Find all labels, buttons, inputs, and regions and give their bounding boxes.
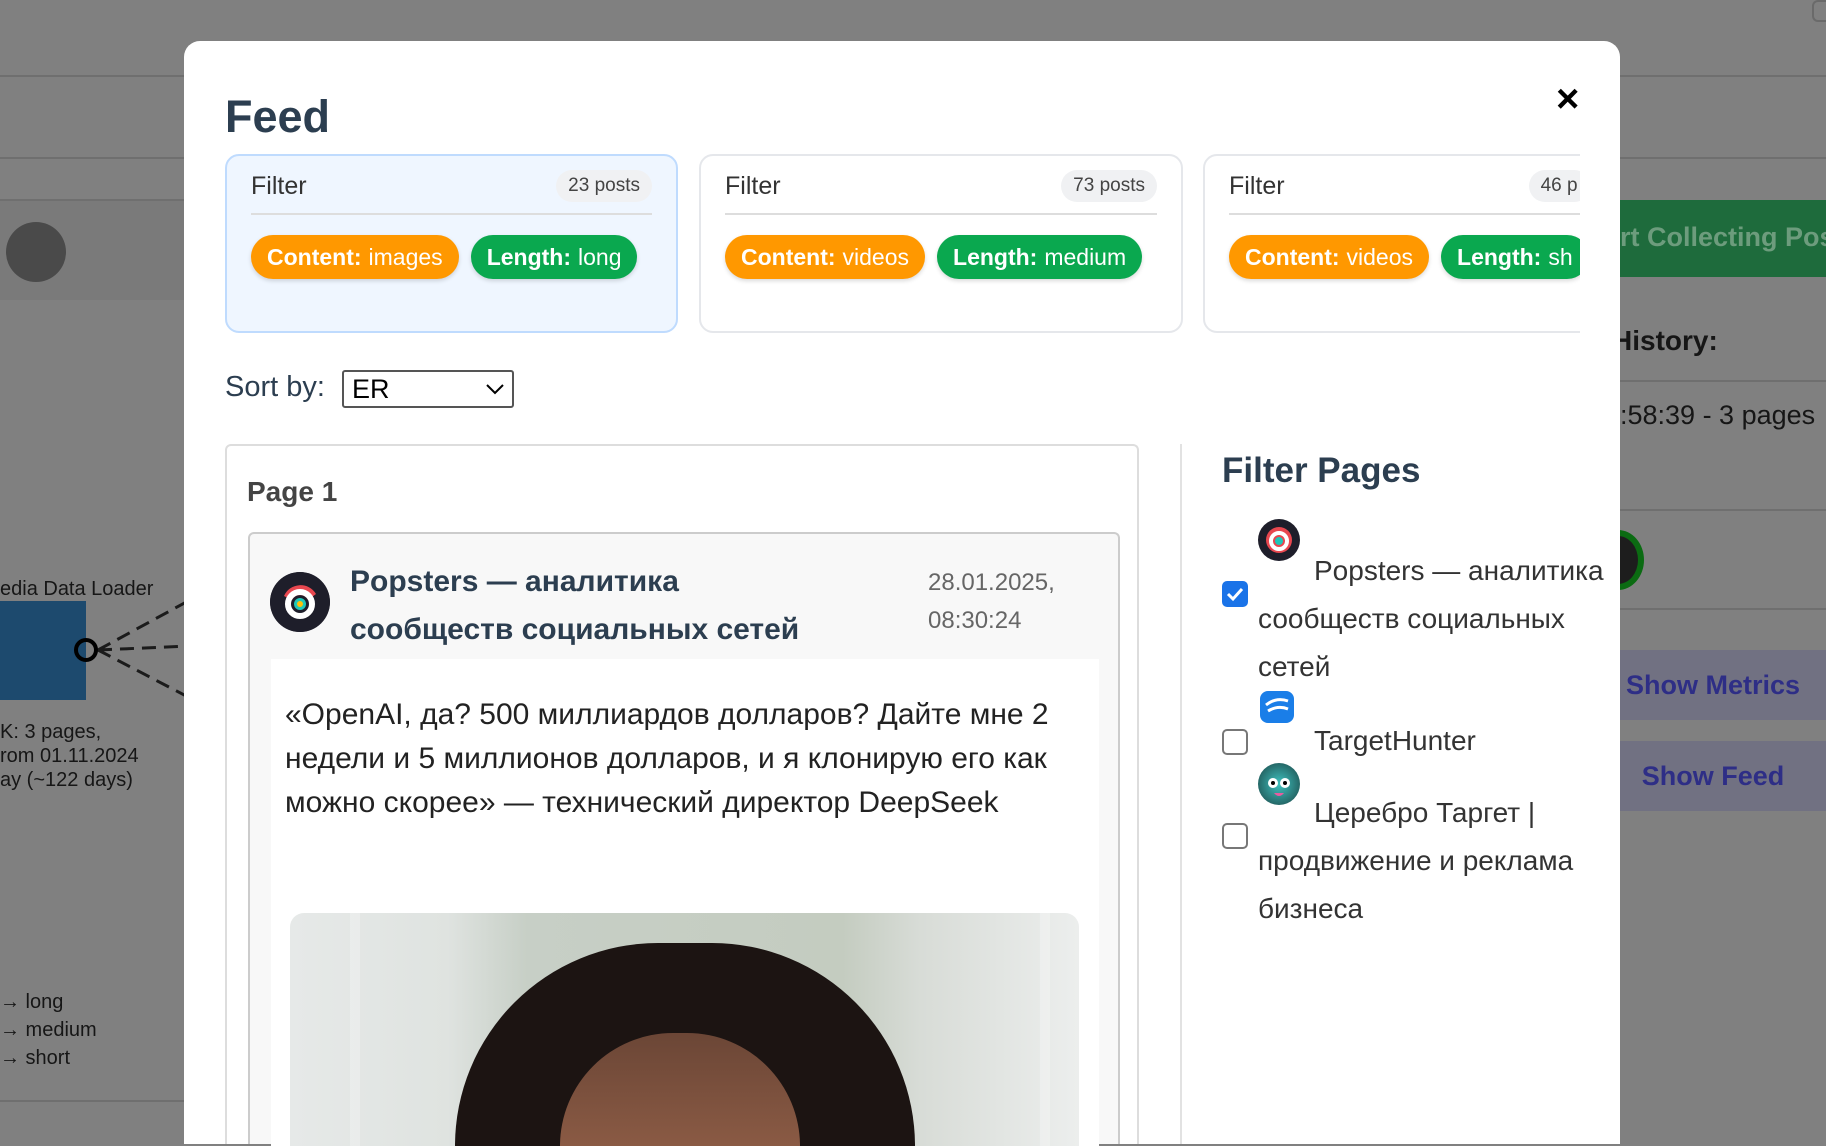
history-label: History: <box>1612 325 1718 356</box>
diagram-connectors <box>74 598 190 700</box>
vertical-divider <box>1180 444 1182 1144</box>
sort-label: Sort by: <box>225 371 325 403</box>
post-author[interactable]: Popsters — аналитика сообществ социальны… <box>350 558 830 654</box>
filter-card[interactable]: Filter 73 posts Content: videos Length: med… <box>699 154 1183 333</box>
content-tag: Content: videos <box>1229 235 1430 279</box>
sort-value: ER <box>352 373 390 404</box>
filter-card[interactable]: Filter 23 posts Content: images Length: lon… <box>225 154 678 333</box>
page-section: Page 1 Popsters — аналитика сообществ со… <box>225 444 1139 1146</box>
filter-label: Filter <box>251 171 307 200</box>
start-collecting-button[interactable]: rt Collecting Pos <box>1590 200 1826 277</box>
post-card: Popsters — аналитика сообществ социальны… <box>248 532 1120 1146</box>
bg-panel <box>0 199 190 300</box>
page-name[interactable]: Церебро Таргет | продвижение и реклама б… <box>1258 789 1598 933</box>
filter-card[interactable]: Filter 46 p Content: videos Length: sh <box>1203 154 1580 333</box>
filter-pages-title: Filter Pages <box>1222 451 1421 490</box>
bg-control <box>1812 0 1826 22</box>
post-image[interactable] <box>290 913 1079 1146</box>
content-tag: Content: videos <box>725 235 926 279</box>
page-checkbox-targethunter[interactable] <box>1222 729 1248 755</box>
length-tag: Length: long <box>470 235 638 279</box>
popsters-avatar <box>270 572 330 632</box>
filter-label: Filter <box>1229 171 1285 200</box>
page-checkbox-popsters[interactable] <box>1222 581 1248 607</box>
post-text: «OpenAI, да? 500 миллиардов долларов? Да… <box>285 698 1049 819</box>
bg-divider <box>0 1100 190 1102</box>
sort-select[interactable]: ER <box>342 370 514 408</box>
chevron-down-icon <box>486 384 504 395</box>
bg-avatar <box>6 222 66 282</box>
page-title: Page 1 <box>247 476 338 507</box>
feed-modal: Feed × Filter 23 posts Content: images Len… <box>184 41 1620 1146</box>
history-entry[interactable]: :58:39 - 3 pages <box>1620 400 1815 431</box>
diagram-caption-line: rom 01.11.2024 <box>0 745 139 767</box>
legend-long: → long <box>0 991 64 1013</box>
length-tag: Length: sh <box>1441 235 1580 279</box>
diagram-caption-line: K: 3 pages, <box>0 721 102 743</box>
post-count-badge: 73 posts <box>1061 170 1157 202</box>
length-tag: Length: medium <box>937 235 1143 279</box>
post-date: 28.01.2025, 08:30:24 <box>928 569 1055 634</box>
page-checkbox-cerebro[interactable] <box>1222 823 1248 849</box>
legend-medium: → medium <box>0 1019 97 1041</box>
page-name[interactable]: TargetHunter <box>1314 717 1674 765</box>
modal-title: Feed <box>225 91 331 142</box>
diagram-caption-line: ay (~122 days) <box>0 769 133 791</box>
filter-cards: Filter 23 posts Content: images Length: lon… <box>225 154 1580 334</box>
filter-label: Filter <box>725 171 781 200</box>
legend-short: → short <box>0 1047 71 1069</box>
post-content: «OpenAI, да? 500 миллиардов долларов? Да… <box>271 659 1099 1146</box>
close-icon[interactable]: × <box>1556 77 1579 122</box>
targethunter-icon <box>1260 691 1294 723</box>
show-metrics-button[interactable]: Show Metrics <box>1600 650 1826 720</box>
content-tag: Content: images <box>251 235 459 279</box>
post-count-badge: 23 posts <box>556 170 652 202</box>
page-name[interactable]: Popsters — аналитика сообществ социальны… <box>1258 547 1618 691</box>
post-count-badge: 46 p <box>1528 170 1580 202</box>
